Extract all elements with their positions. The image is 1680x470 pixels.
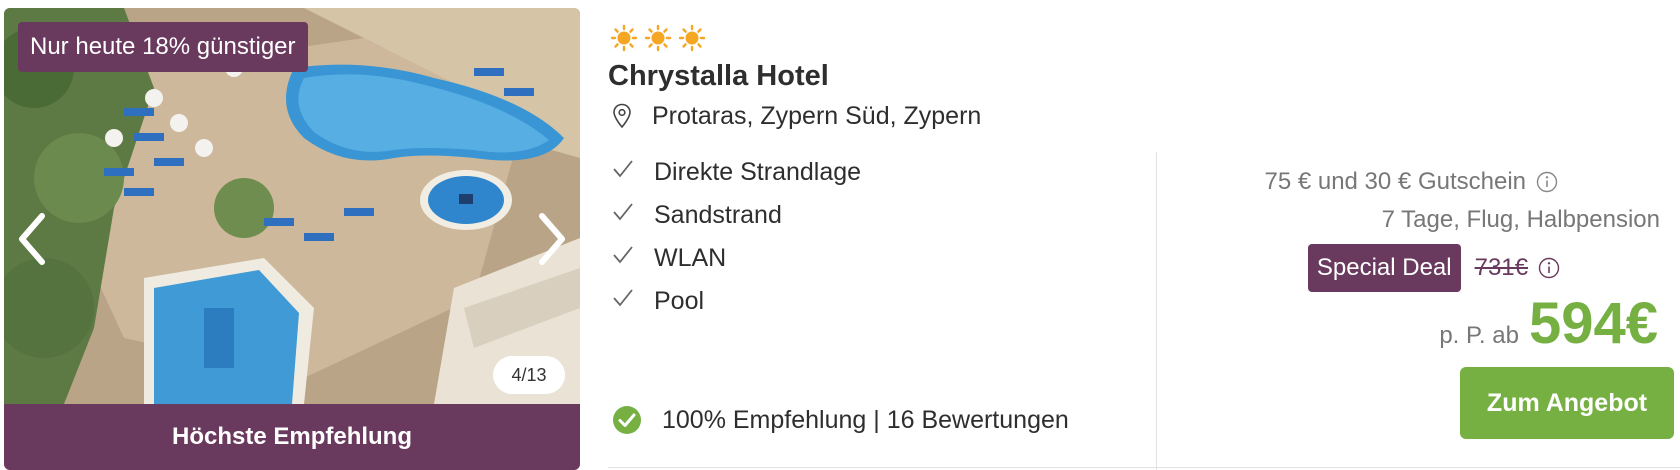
location-text: Protaras, Zypern Süd, Zypern: [652, 101, 982, 130]
price-prefix: p. P. ab: [1439, 322, 1519, 349]
price-row: p. P. ab 594€: [1439, 294, 1658, 354]
check-icon: [613, 203, 633, 221]
image-gallery[interactable]: Nur heute 18% günstiger 4/13 Höchste Emp…: [4, 8, 580, 470]
chevron-left-icon: [19, 213, 45, 265]
column-divider: [1156, 152, 1157, 470]
gallery-next-button[interactable]: [532, 204, 572, 274]
deal-row: Special Deal 731€: [1307, 244, 1560, 292]
current-price: 594€: [1528, 291, 1658, 356]
sun-icon: [610, 24, 638, 52]
trip-details: 7 Tage, Flug, Halbpension: [1381, 206, 1660, 233]
feature-item: WLAN: [612, 244, 861, 287]
hotel-name[interactable]: Chrystalla Hotel: [608, 60, 829, 93]
gallery-prev-button[interactable]: [12, 204, 52, 274]
discount-badge: Nur heute 18% günstiger: [18, 22, 308, 72]
feature-item: Sandstrand: [612, 201, 861, 244]
sun-icon: [678, 24, 706, 52]
check-icon: [613, 246, 633, 264]
feature-label: Pool: [654, 287, 705, 315]
feature-label: WLAN: [654, 244, 727, 272]
feature-item: Pool: [612, 287, 861, 330]
check-icon: [613, 289, 633, 307]
info-icon[interactable]: [1536, 171, 1558, 193]
old-price: 731€: [1474, 254, 1528, 281]
voucher-info: 75 € und 30 € Gutschein: [1264, 168, 1558, 196]
feature-label: Sandstrand: [654, 201, 782, 229]
hotel-location: Protaras, Zypern Süd, Zypern: [612, 100, 981, 132]
map-pin-icon: [613, 103, 631, 129]
check-circle-icon: [613, 406, 641, 434]
feature-label: Direkte Strandlage: [654, 158, 862, 186]
star-rating: [610, 24, 706, 52]
recommendation-banner: Höchste Empfehlung: [4, 404, 580, 470]
hotel-offer-card: Nur heute 18% günstiger 4/13 Höchste Emp…: [0, 0, 1680, 470]
special-deal-badge: Special Deal: [1307, 244, 1461, 292]
offer-button[interactable]: Zum Angebot: [1460, 367, 1674, 439]
feature-item: Direkte Strandlage: [612, 158, 861, 201]
check-icon: [613, 160, 633, 178]
info-icon[interactable]: [1538, 257, 1560, 279]
image-counter: 4/13: [493, 356, 565, 394]
chevron-right-icon: [539, 213, 565, 265]
review-summary[interactable]: 100% Empfehlung | 16 Bewertungen: [612, 404, 1069, 436]
feature-list: Direkte Strandlage Sandstrand WLAN Pool: [612, 158, 861, 330]
bottom-divider: [608, 467, 1680, 468]
voucher-text: 75 € und 30 € Gutschein: [1264, 168, 1526, 195]
review-summary-text: 100% Empfehlung | 16 Bewertungen: [662, 405, 1069, 434]
sun-icon: [644, 24, 672, 52]
